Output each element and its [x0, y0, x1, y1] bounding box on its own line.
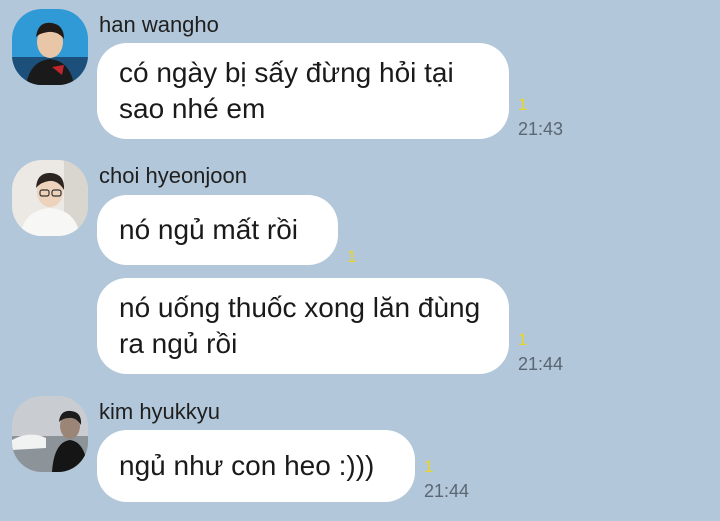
profile-photo-icon	[12, 160, 88, 236]
message-time: 21:44	[518, 354, 564, 374]
sender-name: kim hyukkyu	[99, 399, 221, 424]
message-text: nó uống thuốc xong lăn đùng ra ngủ rồi	[119, 292, 481, 359]
message-bubble[interactable]: nó uống thuốc xong lăn đùng ra ngủ rồi	[97, 278, 509, 374]
avatar-han-wangho[interactable]	[12, 9, 88, 85]
profile-photo-icon	[12, 396, 88, 472]
message-bubble[interactable]: có ngày bị sấy đừng hỏi tại sao nhé em	[97, 43, 509, 139]
sender-name: han wangho	[99, 12, 219, 37]
unread-count: 1	[518, 95, 528, 114]
unread-count: 1	[347, 247, 357, 266]
message-time: 21:43	[518, 119, 564, 139]
message-text: có ngày bị sấy đừng hỏi tại sao nhé em	[119, 57, 454, 124]
unread-count: 1	[518, 330, 528, 349]
message-text: nó ngủ mất rồi	[119, 214, 298, 245]
message-bubble[interactable]: ngủ như con heo :)))	[97, 430, 415, 502]
message-text: ngủ như con heo :)))	[119, 450, 375, 481]
profile-photo-icon	[12, 9, 88, 85]
message-time: 21:44	[424, 481, 470, 501]
message-bubble[interactable]: nó ngủ mất rồi	[97, 195, 338, 265]
avatar-choi-hyeonjoon[interactable]	[12, 160, 88, 236]
sender-name: choi hyeonjoon	[99, 163, 248, 188]
avatar-kim-hyukkyu[interactable]	[12, 396, 88, 472]
unread-count: 1	[424, 457, 434, 476]
